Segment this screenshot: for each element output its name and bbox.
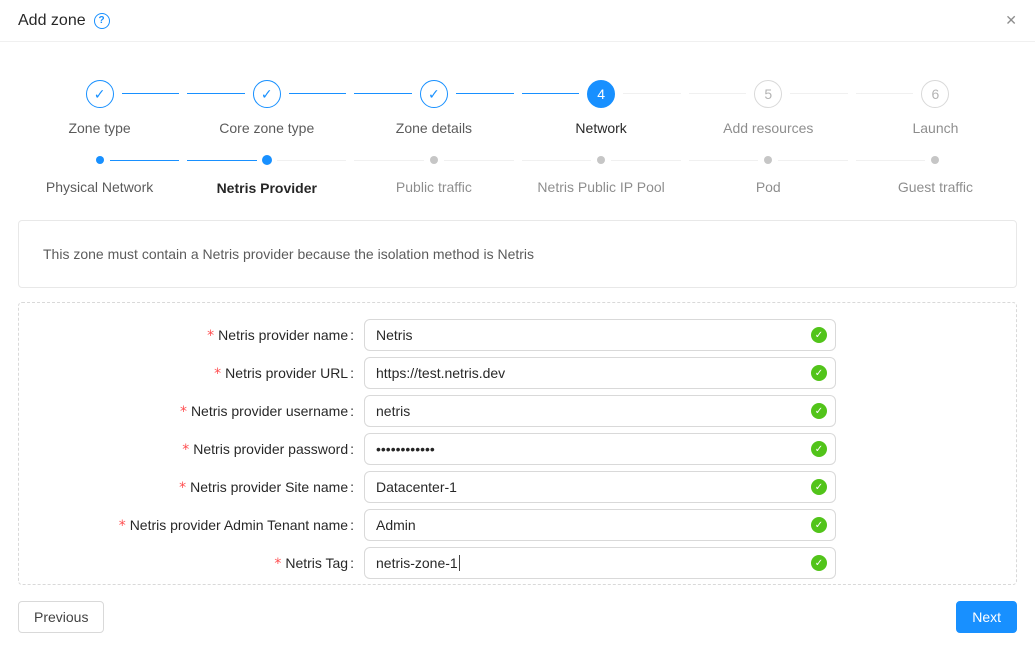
input-wrapper: Netris ✓ bbox=[364, 319, 836, 351]
field-label: *Netris Tag bbox=[19, 555, 354, 572]
substep-label: Guest traffic bbox=[852, 177, 1019, 197]
step-number: 4 bbox=[597, 86, 605, 102]
substep-dot bbox=[597, 156, 605, 164]
step-circle: 4 bbox=[587, 80, 615, 108]
check-icon: ✓ bbox=[428, 86, 440, 103]
step-add-resources[interactable]: 5 Add resources bbox=[685, 80, 852, 138]
field-label: *Netris provider URL bbox=[19, 365, 354, 382]
netris-provider-url-input[interactable]: https://test.netris.dev bbox=[364, 357, 836, 389]
valid-check-icon: ✓ bbox=[811, 403, 827, 419]
substep-label: Netris Public IP Pool bbox=[518, 177, 685, 197]
input-wrapper: netris ✓ bbox=[364, 395, 836, 427]
step-circle: ✓ bbox=[253, 80, 281, 108]
field-label: *Netris provider name bbox=[19, 327, 354, 344]
required-asterisk: * bbox=[207, 328, 214, 344]
dialog-header: Add zone ? ✕ bbox=[0, 0, 1035, 42]
help-icon[interactable]: ? bbox=[94, 13, 110, 29]
substep-dot bbox=[931, 156, 939, 164]
form-row: *Netris provider Admin Tenant name Admin… bbox=[19, 509, 1016, 541]
valid-check-icon: ✓ bbox=[811, 479, 827, 495]
step-circle: ✓ bbox=[86, 80, 114, 108]
substep-guest-traffic[interactable]: Guest traffic bbox=[852, 156, 1019, 198]
netris-provider-name-input[interactable]: Netris bbox=[364, 319, 836, 351]
wizard-steppers: ✓ Zone type ✓ Core zone type ✓ Zone deta… bbox=[0, 42, 1035, 198]
input-wrapper: Datacenter-1 ✓ bbox=[364, 471, 836, 503]
netris-provider-form: *Netris provider name Netris ✓ *Netris p… bbox=[18, 302, 1017, 585]
main-stepper: ✓ Zone type ✓ Core zone type ✓ Zone deta… bbox=[16, 80, 1019, 138]
step-zone-details[interactable]: ✓ Zone details bbox=[350, 80, 517, 138]
substep-label: Pod bbox=[685, 177, 852, 197]
check-icon: ✓ bbox=[261, 86, 273, 103]
field-label: *Netris provider password bbox=[19, 441, 354, 458]
check-icon: ✓ bbox=[94, 86, 106, 103]
add-zone-dialog: Add zone ? ✕ ✓ Zone type ✓ Core zone typ… bbox=[0, 0, 1035, 633]
required-asterisk: * bbox=[119, 518, 126, 534]
step-label: Add resources bbox=[685, 118, 852, 138]
form-row: *Netris provider password •••••••••••• ✓ bbox=[19, 433, 1016, 465]
required-asterisk: * bbox=[274, 556, 281, 572]
required-asterisk: * bbox=[214, 366, 221, 382]
netris-tag-input[interactable]: netris-zone-1 bbox=[364, 547, 836, 579]
step-core-zone-type[interactable]: ✓ Core zone type bbox=[183, 80, 350, 138]
step-zone-type[interactable]: ✓ Zone type bbox=[16, 80, 183, 138]
form-row: *Netris provider username netris ✓ bbox=[19, 395, 1016, 427]
valid-check-icon: ✓ bbox=[811, 441, 827, 457]
step-number: 6 bbox=[932, 86, 940, 102]
substep-physical-network[interactable]: Physical Network bbox=[16, 156, 183, 198]
step-number: 5 bbox=[764, 86, 772, 102]
step-label: Launch bbox=[852, 118, 1019, 138]
form-row: *Netris provider name Netris ✓ bbox=[19, 319, 1016, 351]
input-wrapper: netris-zone-1 ✓ bbox=[364, 547, 836, 579]
network-sub-stepper: Physical Network Netris Provider Public … bbox=[16, 156, 1019, 198]
step-launch[interactable]: 6 Launch bbox=[852, 80, 1019, 138]
field-label: *Netris provider username bbox=[19, 403, 354, 420]
form-row: *Netris provider Site name Datacenter-1 … bbox=[19, 471, 1016, 503]
valid-check-icon: ✓ bbox=[811, 327, 827, 343]
input-wrapper: Admin ✓ bbox=[364, 509, 836, 541]
valid-check-icon: ✓ bbox=[811, 555, 827, 571]
step-label: Network bbox=[518, 118, 685, 138]
input-wrapper: https://test.netris.dev ✓ bbox=[364, 357, 836, 389]
valid-check-icon: ✓ bbox=[811, 517, 827, 533]
substep-label: Physical Network bbox=[16, 177, 183, 197]
substep-dot bbox=[430, 156, 438, 164]
netris-provider-username-input[interactable]: netris bbox=[364, 395, 836, 427]
substep-public-traffic[interactable]: Public traffic bbox=[350, 156, 517, 198]
substep-dot bbox=[764, 156, 772, 164]
previous-button[interactable]: Previous bbox=[18, 601, 104, 633]
substep-label: Public traffic bbox=[350, 177, 517, 197]
field-label: *Netris provider Admin Tenant name bbox=[19, 517, 354, 534]
substep-dot bbox=[96, 156, 104, 164]
step-label: Zone type bbox=[16, 118, 183, 138]
substep-netris-provider[interactable]: Netris Provider bbox=[183, 156, 350, 198]
required-asterisk: * bbox=[182, 442, 189, 458]
substep-dot bbox=[262, 155, 272, 165]
step-label: Zone details bbox=[350, 118, 517, 138]
netris-provider-admin-tenant-name-input[interactable]: Admin bbox=[364, 509, 836, 541]
substep-pod[interactable]: Pod bbox=[685, 156, 852, 198]
step-circle: 5 bbox=[754, 80, 782, 108]
netris-provider-site-name-input[interactable]: Datacenter-1 bbox=[364, 471, 836, 503]
field-label: *Netris provider Site name bbox=[19, 479, 354, 496]
step-label: Core zone type bbox=[183, 118, 350, 138]
step-circle: 6 bbox=[921, 80, 949, 108]
substep-label: Netris Provider bbox=[183, 178, 350, 198]
netris-provider-password-input[interactable]: •••••••••••• bbox=[364, 433, 836, 465]
step-network[interactable]: 4 Network bbox=[518, 80, 685, 138]
input-wrapper: •••••••••••• ✓ bbox=[364, 433, 836, 465]
step-circle: ✓ bbox=[420, 80, 448, 108]
valid-check-icon: ✓ bbox=[811, 365, 827, 381]
required-asterisk: * bbox=[180, 404, 187, 420]
required-asterisk: * bbox=[179, 480, 186, 496]
isolation-method-notice: This zone must contain a Netris provider… bbox=[18, 220, 1017, 288]
page-title: Add zone bbox=[18, 12, 86, 30]
substep-netris-public-ip-pool[interactable]: Netris Public IP Pool bbox=[518, 156, 685, 198]
next-button[interactable]: Next bbox=[956, 601, 1017, 633]
form-row: *Netris Tag netris-zone-1 ✓ bbox=[19, 547, 1016, 579]
close-icon[interactable]: ✕ bbox=[1005, 12, 1017, 29]
form-row: *Netris provider URL https://test.netris… bbox=[19, 357, 1016, 389]
dialog-footer: Previous Next bbox=[18, 601, 1017, 633]
text-cursor bbox=[459, 555, 460, 571]
